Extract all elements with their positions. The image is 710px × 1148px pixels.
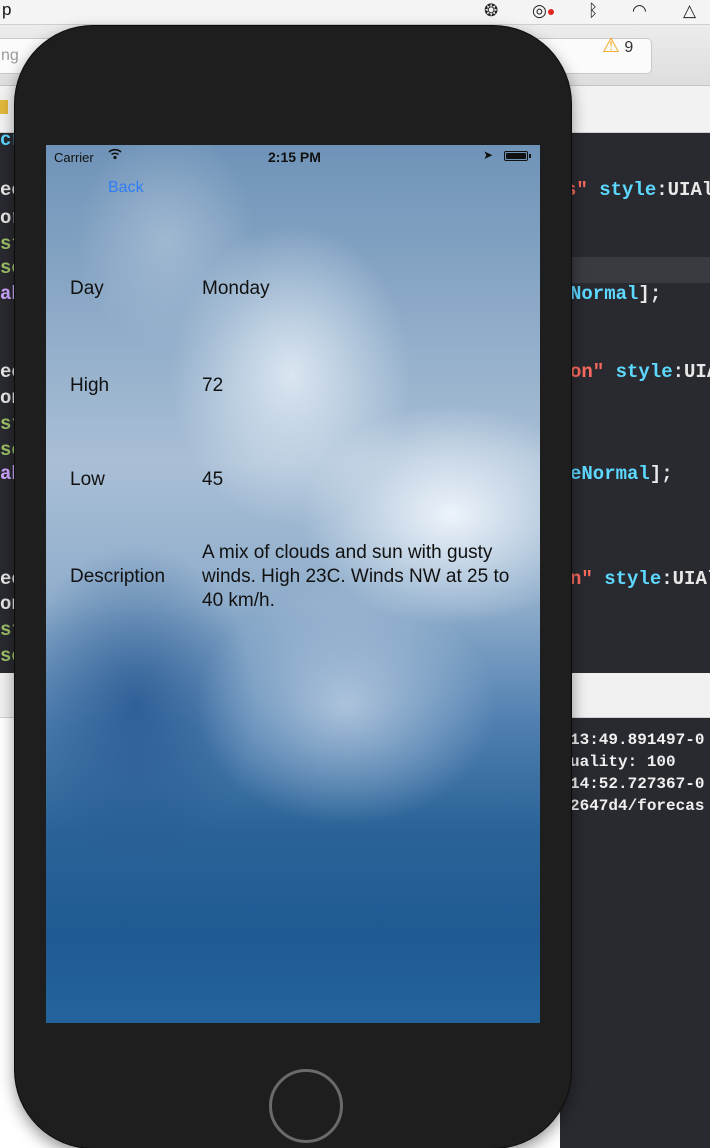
low-label: Low xyxy=(70,469,105,490)
warning-indicator[interactable]: ⚠ 9 xyxy=(602,33,633,58)
battery-icon xyxy=(504,151,531,161)
menubar-status-icon[interactable]: ◎● xyxy=(532,1,555,21)
menubar-extra-icon[interactable]: ❂ xyxy=(484,1,498,21)
day-value: Monday xyxy=(202,278,270,299)
warning-icon: ⚠ xyxy=(602,35,620,57)
code-line: on" style:UIA xyxy=(570,361,710,383)
console-line: 13:49.891497-0 xyxy=(570,731,705,749)
activity-text: ng xyxy=(1,47,19,64)
code-line: eNormal]; xyxy=(570,463,673,485)
high-label: High xyxy=(70,375,110,396)
code-line: s" style:UIAle xyxy=(565,179,710,201)
bluetooth-icon[interactable]: ᛒ xyxy=(588,1,598,21)
current-line-highlight xyxy=(560,257,710,283)
status-bar: Carrier 2:15 PM ➤ xyxy=(46,145,540,169)
console-line: uality: 100 xyxy=(570,753,676,771)
carrier-label: Carrier xyxy=(54,150,94,165)
low-value: 45 xyxy=(202,469,224,490)
warning-count: 9 xyxy=(624,39,634,56)
airplay-icon[interactable]: △ xyxy=(683,1,696,21)
description-label: Description xyxy=(70,566,166,587)
mac-menubar: p ❂ ◎● ᛒ ◠ △ xyxy=(0,0,710,25)
day-label: Day xyxy=(70,278,104,299)
code-line: Normal]; xyxy=(570,283,662,305)
code-line: n" style:UIAle xyxy=(570,568,710,590)
status-time: 2:15 PM xyxy=(268,149,321,165)
description-value: A mix of clouds and sun with gusty winds… xyxy=(202,542,510,611)
wifi-icon xyxy=(108,148,122,163)
menubar-wifi-icon[interactable]: ◠ xyxy=(632,1,647,21)
app-menu-fragment[interactable]: p xyxy=(2,0,11,20)
app-screen: Carrier 2:15 PM ➤ Back Day Monday High 7… xyxy=(46,145,540,1023)
back-button[interactable]: Back xyxy=(108,179,144,197)
folder-icon[interactable] xyxy=(0,100,8,114)
console-line: 14:52.727367-0 xyxy=(570,775,705,793)
home-button[interactable] xyxy=(269,1069,343,1143)
console-line: 2647d4/forecas xyxy=(570,797,705,815)
high-value: 72 xyxy=(202,375,224,396)
location-arrow-icon: ➤ xyxy=(483,148,494,162)
